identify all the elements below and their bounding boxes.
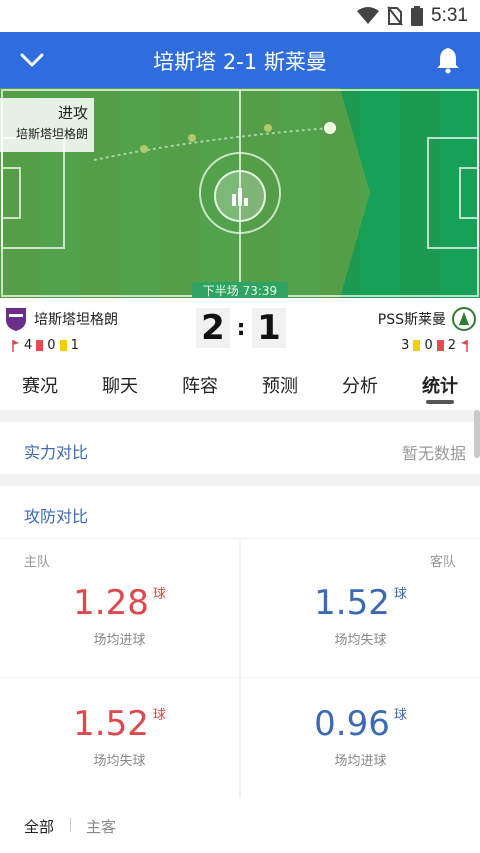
bar-chart-icon	[232, 188, 248, 206]
away-red-cards: 0	[424, 338, 433, 353]
attack-defense-title: 攻防对比	[24, 507, 89, 526]
bell-icon[interactable]	[434, 46, 462, 74]
corner-flag-icon	[461, 339, 468, 352]
away-conceded-unit: 球	[393, 587, 407, 602]
red-card-icon	[436, 340, 444, 351]
yellow-card-icon	[59, 340, 67, 351]
away-label: 客队	[429, 555, 456, 570]
home-match-stats: 4 0 1	[12, 338, 79, 353]
tab-lineup[interactable]: 阵容	[160, 360, 240, 410]
home-team-logo	[6, 308, 26, 331]
away-goals-cell: 0.96 球 场均进球	[241, 678, 480, 798]
wifi-icon	[357, 7, 380, 24]
home-yellow-cards: 1	[70, 338, 79, 353]
home-conceded-avg: 1.52	[73, 704, 149, 744]
battery-icon	[411, 6, 424, 26]
live-pitch: 进攻 培斯塔坦格朗	[0, 88, 480, 298]
away-conceded-label: 场均失球	[334, 633, 387, 648]
tab-analysis[interactable]: 分析	[320, 360, 400, 410]
tab-stats[interactable]: 统计	[400, 360, 480, 410]
filter-bar: 全部 主客	[0, 798, 480, 853]
away-goals-label: 场均进球	[334, 754, 387, 769]
no-sim-icon	[387, 6, 403, 26]
attack-label: 进攻	[57, 104, 88, 122]
tab-prediction[interactable]: 预测	[240, 360, 320, 410]
tab-chat[interactable]: 聊天	[80, 360, 160, 410]
home-conceded-cell: 1.52 球 场均失球	[0, 678, 239, 798]
home-team[interactable]: 培斯塔坦格朗	[4, 306, 118, 332]
away-conceded-cell: 客队 1.52 球 场均失球	[241, 539, 480, 677]
away-conceded-avg: 1.52	[314, 583, 390, 623]
away-team-logo	[452, 307, 476, 331]
filter-divider	[70, 818, 71, 832]
scrollbar[interactable]	[474, 410, 480, 458]
home-goals-unit: 球	[152, 587, 166, 602]
home-conceded-label: 场均失球	[93, 754, 146, 769]
page-title: 培斯塔 2-1 斯莱曼	[153, 50, 327, 74]
tab-bar: 赛况 聊天 阵容 预测 分析 统计	[0, 360, 480, 410]
app-bar: 培斯塔 2-1 斯莱曼	[0, 32, 480, 88]
attack-indicator: 进攻 培斯塔坦格朗	[0, 98, 94, 152]
score-separator: :	[236, 315, 246, 341]
status-time: 5:31	[431, 5, 468, 26]
away-score: 1	[252, 308, 286, 348]
away-yellow-cards: 3	[401, 338, 410, 353]
home-label: 主队	[24, 555, 51, 570]
attack-team: 培斯塔坦格朗	[15, 127, 88, 141]
home-goals-avg: 1.28	[73, 583, 149, 623]
score-bar: 培斯塔坦格朗 2 : 1 PSS斯莱曼 4 0 1 3 0 2	[0, 298, 480, 360]
home-goals-cell: 主队 1.28 球 场均进球	[0, 539, 239, 677]
away-goals-avg: 0.96	[314, 704, 390, 744]
away-team-name: PSS斯莱曼	[377, 312, 446, 328]
away-corners: 2	[447, 338, 456, 353]
home-conceded-unit: 球	[152, 708, 166, 723]
tab-live[interactable]: 赛况	[0, 360, 80, 410]
filter-all[interactable]: 全部	[24, 816, 54, 837]
home-score: 2	[196, 308, 230, 348]
scoreboard: 2 : 1	[196, 308, 286, 348]
filter-home-away[interactable]: 主客	[86, 816, 116, 837]
strength-title: 实力对比	[24, 443, 89, 462]
strength-no-data: 暂无数据	[401, 444, 466, 463]
stats-view-button[interactable]	[214, 170, 266, 222]
red-card-icon	[36, 340, 44, 351]
attack-defense-section: 攻防对比	[0, 486, 480, 538]
yellow-card-icon	[413, 340, 421, 351]
home-red-cards: 0	[47, 338, 56, 353]
home-team-name: 培斯塔坦格朗	[34, 312, 118, 328]
home-corners: 4	[24, 338, 33, 353]
away-match-stats: 3 0 2	[401, 338, 468, 353]
corner-flag-icon	[12, 339, 19, 352]
away-team[interactable]: PSS斯莱曼	[378, 306, 476, 332]
status-bar: 5:31	[0, 0, 480, 32]
away-goals-unit: 球	[393, 708, 407, 723]
strength-section: 实力对比 暂无数据	[0, 422, 480, 474]
home-goals-label: 场均进球	[93, 633, 146, 648]
